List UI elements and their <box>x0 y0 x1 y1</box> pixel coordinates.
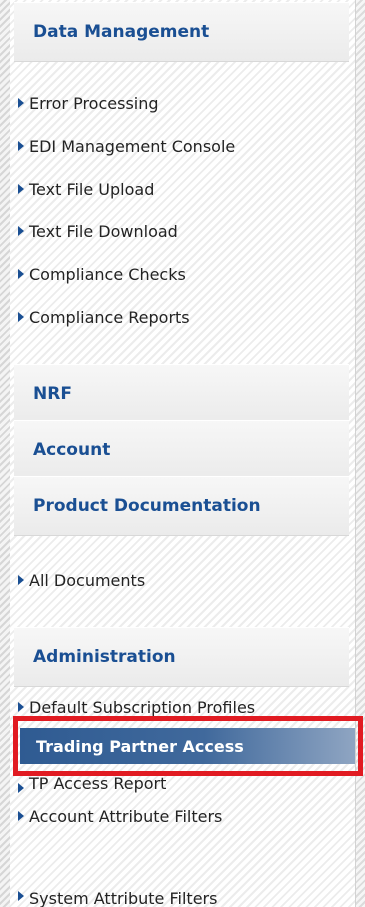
menu-item-label: System Attribute Filters <box>29 889 218 907</box>
section-title: Administration <box>33 647 176 667</box>
arrow-right-icon <box>18 226 24 236</box>
menu-item-label: Error Processing <box>29 93 159 113</box>
menu-item-system-attribute-filters[interactable]: System Attribute Filters <box>18 884 363 907</box>
arrow-right-icon <box>18 98 24 108</box>
menu-item-label: All Documents <box>29 570 146 590</box>
arrow-right-icon <box>18 312 24 322</box>
section-header-nrf[interactable]: NRF <box>14 364 349 424</box>
menu-item-label: Text File Upload <box>29 179 155 199</box>
section-header-data-management[interactable]: Data Management <box>14 2 349 62</box>
section-header-account[interactable]: Account <box>14 420 349 480</box>
arrow-right-icon <box>18 891 24 901</box>
arrow-right-icon <box>18 141 24 151</box>
section-header-administration[interactable]: Administration <box>14 627 349 687</box>
section-title: Account <box>33 440 111 460</box>
menu-item-label: TP Access Report <box>29 774 167 793</box>
menu-item-edi-management-console[interactable]: EDI Management Console <box>18 131 363 161</box>
left-rail <box>0 0 10 907</box>
arrow-right-icon <box>18 811 24 821</box>
section-title: NRF <box>33 384 72 404</box>
menu-item-label: Default Subscription Profiles <box>29 697 256 717</box>
menu-item-compliance-reports[interactable]: Compliance Reports <box>18 302 363 332</box>
section-header-product-documentation[interactable]: Product Documentation <box>14 476 349 536</box>
arrow-right-icon <box>18 575 24 585</box>
arrow-right-icon <box>18 702 24 712</box>
menu-item-label: Compliance Checks <box>29 264 186 284</box>
menu-item-compliance-checks[interactable]: Compliance Checks <box>18 259 363 289</box>
menu-item-text-file-download[interactable]: Text File Download <box>18 216 363 246</box>
menu-item-label: Account Attribute Filters <box>29 806 223 826</box>
arrow-right-icon <box>18 269 24 279</box>
section-title: Product Documentation <box>33 496 261 516</box>
arrow-right-icon <box>18 184 24 194</box>
menu-item-text-file-upload[interactable]: Text File Upload <box>18 174 363 204</box>
menu-item-label: Text File Download <box>29 221 178 241</box>
menu-item-all-documents[interactable]: All Documents <box>18 565 363 595</box>
menu-item-account-attribute-filters[interactable]: Account Attribute Filters <box>18 801 363 831</box>
arrow-right-icon <box>18 783 24 793</box>
menu-item-label: EDI Management Console <box>29 136 236 156</box>
menu-item-label: Compliance Reports <box>29 307 190 327</box>
menu-item-error-processing[interactable]: Error Processing <box>18 88 363 118</box>
section-title: Data Management <box>33 22 210 42</box>
highlight-annotation-box <box>13 716 363 776</box>
